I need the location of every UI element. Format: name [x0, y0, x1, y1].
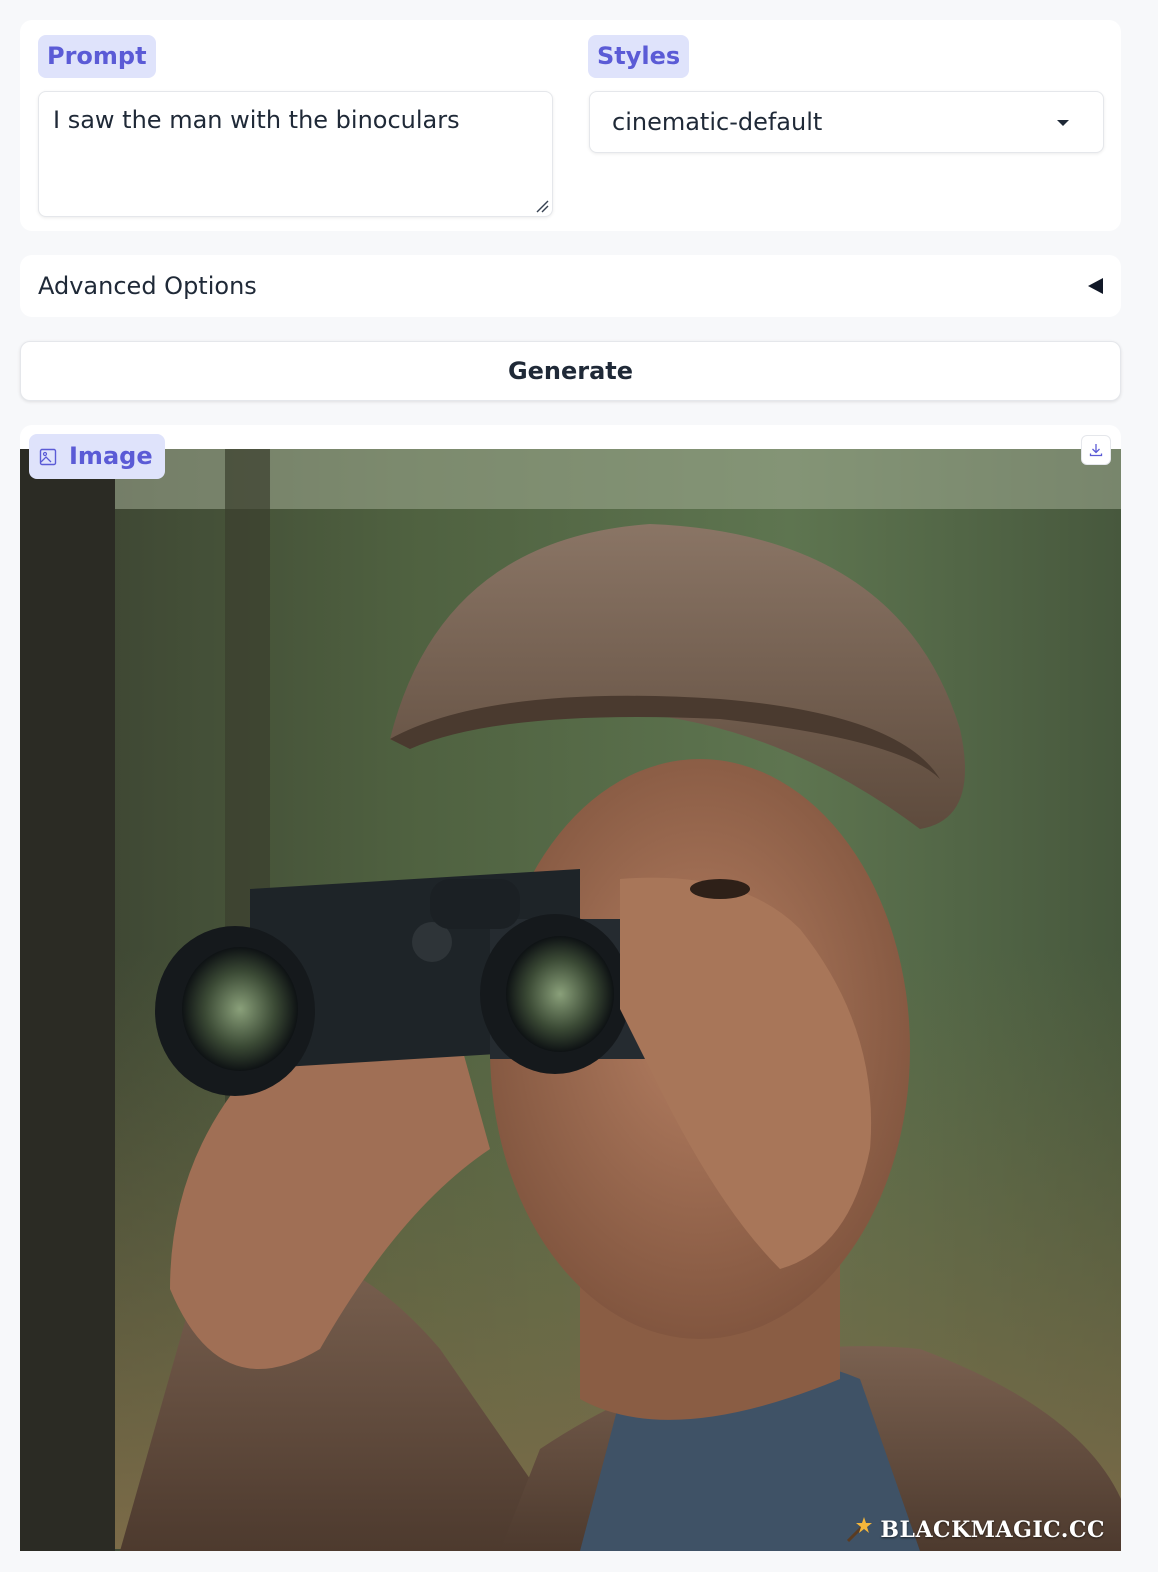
watermark-text: BLACKMAGIC.CC — [880, 1517, 1105, 1543]
watermark: BLACKMAGIC.CC — [840, 1513, 1105, 1547]
advanced-options-label: Advanced Options — [38, 272, 257, 300]
magic-wand-icon — [847, 1517, 873, 1543]
prompt-label: Prompt — [38, 35, 156, 78]
download-button[interactable] — [1081, 435, 1111, 465]
image-label-chip: Image — [29, 434, 165, 479]
image-icon — [39, 448, 57, 465]
output-image-panel: Image BLACKMAGIC.CC — [20, 425, 1121, 1551]
caret-down-icon — [1057, 120, 1069, 126]
collapse-arrow-icon — [1088, 278, 1103, 294]
resize-handle-icon[interactable] — [535, 199, 549, 213]
styles-dropdown[interactable]: cinematic-default — [589, 91, 1104, 153]
styles-label: Styles — [588, 35, 690, 78]
advanced-options-accordion[interactable]: Advanced Options — [20, 255, 1121, 317]
image-label: Image — [69, 442, 153, 470]
prompt-input-value: I saw the man with the binoculars — [53, 106, 460, 134]
prompt-styles-panel: Prompt I saw the man with the binoculars… — [20, 20, 1121, 231]
generated-image — [20, 449, 1121, 1551]
styles-selected-value: cinematic-default — [612, 108, 823, 136]
generate-button[interactable]: Generate — [20, 341, 1121, 401]
download-icon — [1089, 444, 1103, 457]
prompt-input[interactable]: I saw the man with the binoculars — [38, 91, 553, 217]
